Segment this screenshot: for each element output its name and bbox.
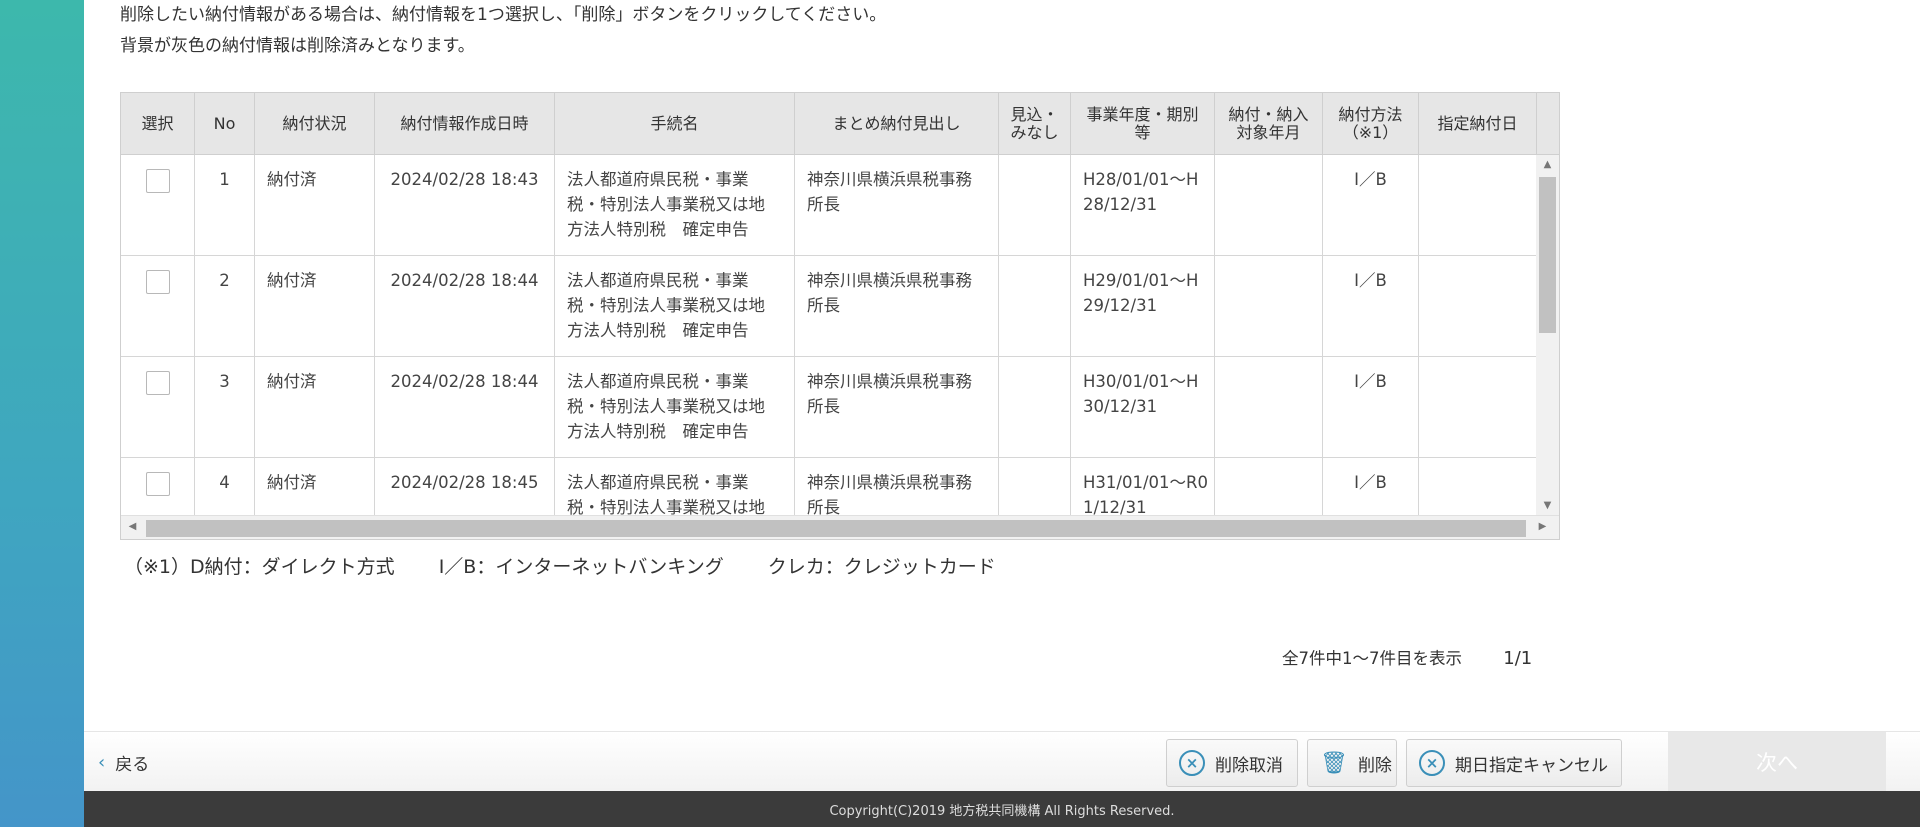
row-created: 2024/02/28 18:44 xyxy=(375,256,555,357)
main-content: 削除したい納付情報がある場合は、納付情報を1つ選択し、「削除」ボタンをクリックし… xyxy=(84,0,1920,827)
row-estimate xyxy=(999,458,1071,515)
cancel-delete-button[interactable]: × 削除取消 xyxy=(1166,739,1298,787)
row-period: H29/01/01～H29/12/31 xyxy=(1071,256,1215,357)
pagination: 全7件中1～7件目を表示 1/1 xyxy=(1282,645,1532,669)
row-estimate xyxy=(999,256,1071,357)
row-created: 2024/02/28 18:45 xyxy=(375,458,555,515)
header-estimate: 見込・みなし xyxy=(999,93,1071,154)
header-target-month: 納付・納入対象年月 xyxy=(1215,93,1323,154)
row-created: 2024/02/28 18:43 xyxy=(375,155,555,256)
trash-icon: 🗑 xyxy=(1320,750,1348,776)
header-created: 納付情報作成日時 xyxy=(375,93,555,154)
table-row: 2 納付済 2024/02/28 18:44 法人都道府県民税・事業税・特別法人… xyxy=(121,256,1536,357)
row-summary: 神奈川県横浜県税事務所長 xyxy=(795,155,999,256)
table-row: 3 納付済 2024/02/28 18:44 法人都道府県民税・事業税・特別法人… xyxy=(121,357,1536,458)
row-estimate xyxy=(999,155,1071,256)
horizontal-scrollbar[interactable]: ◀ ▶ xyxy=(121,515,1559,539)
header-status: 納付状況 xyxy=(255,93,375,154)
row-method: I／B xyxy=(1323,256,1419,357)
row-method: I／B xyxy=(1323,458,1419,515)
row-summary: 神奈川県横浜県税事務所長 xyxy=(795,458,999,515)
row-period: H31/01/01～R01/12/31 xyxy=(1071,458,1215,515)
close-circle-icon: × xyxy=(1179,750,1205,776)
action-bar: ‹ 戻る × 削除取消 🗑 削除 × 期日指定キャンセル 次へ xyxy=(84,731,1920,792)
row-due-date xyxy=(1419,256,1536,357)
instruction-line-2: 背景が灰色の納付情報は削除済みとなります。 xyxy=(120,36,475,56)
legend-internet-banking: I／B：インターネットバンキング xyxy=(438,556,724,578)
next-button[interactable]: 次へ xyxy=(1668,732,1886,792)
close-circle-icon: × xyxy=(1419,750,1445,776)
row-period: H28/01/01～H28/12/31 xyxy=(1071,155,1215,256)
header-select: 選択 xyxy=(121,93,195,154)
row-no: 3 xyxy=(195,357,255,458)
legend-credit-card: クレカ：クレジットカード xyxy=(767,556,996,578)
row-method: I／B xyxy=(1323,357,1419,458)
instruction-line-1: 削除したい納付情報がある場合は、納付情報を1つ選択し、「削除」ボタンをクリックし… xyxy=(120,5,887,25)
cancel-due-date-label: 期日指定キャンセル xyxy=(1455,755,1608,776)
row-due-date xyxy=(1419,357,1536,458)
row-checkbox[interactable] xyxy=(145,371,170,395)
vertical-scrollbar[interactable]: ▲ ▼ xyxy=(1536,155,1559,515)
horizontal-scroll-thumb[interactable] xyxy=(146,520,1526,537)
header-procedure: 手続名 xyxy=(555,93,795,154)
row-estimate xyxy=(999,357,1071,458)
back-link[interactable]: ‹ 戻る xyxy=(98,750,149,775)
row-target-month xyxy=(1215,256,1323,357)
row-no: 1 xyxy=(195,155,255,256)
row-procedure: 法人都道府県民税・事業税・特別法人事業税又は地方法人特別税 確定申告 xyxy=(555,155,795,256)
row-no: 4 xyxy=(195,458,255,515)
row-procedure: 法人都道府県民税・事業税・特別法人事業税又は地方法人特別税 確定申告 xyxy=(555,357,795,458)
header-due-date: 指定納付日 xyxy=(1419,93,1537,154)
table-row: 1 納付済 2024/02/28 18:43 法人都道府県民税・事業税・特別法人… xyxy=(121,155,1536,256)
row-checkbox[interactable] xyxy=(145,169,170,193)
delete-label: 削除 xyxy=(1357,755,1392,776)
scroll-up-arrow-icon[interactable]: ▲ xyxy=(1536,159,1559,170)
back-label: 戻る xyxy=(115,755,150,775)
header-no: No xyxy=(195,93,255,154)
row-period: H30/01/01～H30/12/31 xyxy=(1071,357,1215,458)
header-method: 納付方法（※1） xyxy=(1323,93,1419,154)
row-procedure: 法人都道府県民税・事業税・特別法人事業税又は地方法人特別税 確定申告 xyxy=(555,458,795,515)
sidebar-gradient xyxy=(0,0,84,827)
scroll-down-arrow-icon[interactable]: ▼ xyxy=(1536,500,1559,511)
row-status: 納付済 xyxy=(255,458,375,515)
table-row: 4 納付済 2024/02/28 18:45 法人都道府県民税・事業税・特別法人… xyxy=(121,458,1536,515)
row-summary: 神奈川県横浜県税事務所長 xyxy=(795,256,999,357)
chevron-left-icon: ‹ xyxy=(98,752,106,773)
row-created: 2024/02/28 18:44 xyxy=(375,357,555,458)
header-period: 事業年度・期別等 xyxy=(1071,93,1215,154)
row-status: 納付済 xyxy=(255,256,375,357)
row-due-date xyxy=(1419,458,1536,515)
row-due-date xyxy=(1419,155,1536,256)
cancel-delete-label: 削除取消 xyxy=(1215,755,1283,776)
vertical-scroll-thumb[interactable] xyxy=(1539,177,1556,333)
row-checkbox[interactable] xyxy=(145,270,170,294)
delete-button[interactable]: 🗑 削除 xyxy=(1307,739,1397,787)
row-target-month xyxy=(1215,155,1323,256)
result-count: 全7件中1～7件目を表示 xyxy=(1282,649,1462,668)
page-indicator: 1/1 xyxy=(1503,648,1533,669)
scroll-right-arrow-icon[interactable]: ▶ xyxy=(1531,521,1554,532)
payment-table: 選択 No 納付状況 納付情報作成日時 手続名 まとめ納付見出し 見込・みなし … xyxy=(120,92,1560,540)
header-summary: まとめ納付見出し xyxy=(795,93,999,154)
row-procedure: 法人都道府県民税・事業税・特別法人事業税又は地方法人特別税 確定申告 xyxy=(555,256,795,357)
payment-method-legend: （※1）D納付：ダイレクト方式 I／B：インターネットバンキング クレカ：クレジ… xyxy=(124,552,1034,579)
row-target-month xyxy=(1215,458,1323,515)
cancel-due-date-button[interactable]: × 期日指定キャンセル xyxy=(1406,739,1622,787)
row-summary: 神奈川県横浜県税事務所長 xyxy=(795,357,999,458)
table-header: 選択 No 納付状況 納付情報作成日時 手続名 まとめ納付見出し 見込・みなし … xyxy=(121,93,1559,155)
scroll-left-arrow-icon[interactable]: ◀ xyxy=(121,521,144,532)
table-body: 1 納付済 2024/02/28 18:43 法人都道府県民税・事業税・特別法人… xyxy=(121,155,1536,515)
row-method: I／B xyxy=(1323,155,1419,256)
row-target-month xyxy=(1215,357,1323,458)
footer: Copyright(C)2019 地方税共同機構 All Rights Rese… xyxy=(84,791,1920,827)
row-status: 納付済 xyxy=(255,155,375,256)
row-checkbox[interactable] xyxy=(145,472,170,496)
legend-direct: （※1）D納付：ダイレクト方式 xyxy=(124,556,395,578)
copyright-text: Copyright(C)2019 地方税共同機構 All Rights Rese… xyxy=(829,803,1175,819)
instructions: 削除したい納付情報がある場合は、納付情報を1つ選択し、「削除」ボタンをクリックし… xyxy=(120,0,886,62)
row-status: 納付済 xyxy=(255,357,375,458)
row-no: 2 xyxy=(195,256,255,357)
